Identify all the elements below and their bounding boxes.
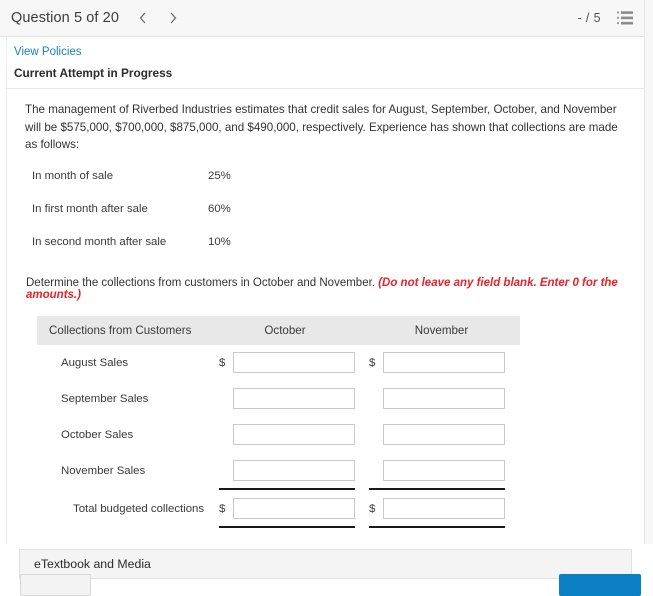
row-label: September Sales <box>61 392 149 405</box>
instruction-line: Determine the collections from customers… <box>26 277 630 301</box>
table-row: In first month after sale 60% <box>32 203 268 236</box>
november-cell: $ <box>369 352 519 374</box>
collections-table-header: Collections from Customers October Novem… <box>37 315 520 345</box>
term-value: 60% <box>208 202 231 215</box>
list-icon[interactable] <box>617 11 633 25</box>
row-label: November Sales <box>61 464 146 477</box>
question-page: Question 5 of 20 - / 5 View Policies Cur… <box>0 0 653 596</box>
chevron-right-icon[interactable] <box>166 10 180 26</box>
rule-november <box>369 487 505 490</box>
total-october-cell: $ <box>219 498 369 520</box>
view-policies-link[interactable]: View Policies <box>14 46 82 58</box>
currency-symbol-placeholder: $ <box>369 465 383 477</box>
currency-symbol-placeholder: $ <box>219 429 233 441</box>
currency-symbol: $ <box>369 356 376 369</box>
primary-submit-button[interactable] <box>559 574 641 596</box>
rule-november <box>369 525 505 528</box>
currency-symbol: $ <box>219 502 226 515</box>
august-october-input[interactable] <box>233 352 355 374</box>
total-october-input[interactable] <box>233 498 355 520</box>
rule-october <box>219 525 355 528</box>
currency-symbol: $ <box>369 502 376 515</box>
november-november-input[interactable] <box>383 460 505 482</box>
collections-table: Collections from Customers October Novem… <box>37 315 520 529</box>
right-scroll-gutter[interactable] <box>644 0 653 544</box>
november-cell: $ <box>369 424 519 446</box>
table-row: In second month after sale 10% <box>32 236 268 269</box>
october-cell: $ <box>219 388 369 410</box>
currency-symbol-placeholder: $ <box>369 393 383 405</box>
secondary-button[interactable] <box>20 574 91 596</box>
table-row: September Sales $ $ <box>37 381 520 417</box>
october-cell: $ <box>219 460 369 482</box>
question-body: The management of Riverbed Industries es… <box>7 101 644 529</box>
column-header-label: Collections from Customers <box>49 323 192 337</box>
toolbar-right-group: - / 5 <box>577 11 633 25</box>
column-header-october: October <box>264 323 306 337</box>
table-row: October Sales $ $ <box>37 417 520 453</box>
instruction-text: Determine the collections from customers… <box>26 276 375 289</box>
october-cell: $ <box>219 352 369 374</box>
header-divider <box>7 88 644 89</box>
column-header-november: November <box>414 323 469 337</box>
november-cell: $ <box>369 388 519 410</box>
question-navigation <box>136 10 180 26</box>
collection-terms-table: In month of sale 25% In first month afte… <box>32 170 268 269</box>
attempt-status: Current Attempt in Progress <box>14 66 173 80</box>
total-november-cell: $ <box>369 498 519 520</box>
row-label: October Sales <box>61 428 134 441</box>
september-november-input[interactable] <box>383 388 505 410</box>
total-row-label: Total budgeted collections <box>73 502 205 515</box>
page-title: Question 5 of 20 <box>11 10 120 26</box>
term-label: In month of sale <box>32 169 114 182</box>
chevron-left-icon[interactable] <box>136 10 150 26</box>
currency-symbol-placeholder: $ <box>369 429 383 441</box>
october-november-input[interactable] <box>383 424 505 446</box>
table-row: August Sales $ $ <box>37 345 520 381</box>
term-label: In first month after sale <box>32 202 148 215</box>
october-cell: $ <box>219 424 369 446</box>
term-label: In second month after sale <box>32 235 167 248</box>
table-row-total: Total budgeted collections $ $ <box>37 491 520 527</box>
october-october-input[interactable] <box>233 424 355 446</box>
question-card: View Policies Current Attempt in Progres… <box>6 37 645 596</box>
november-october-input[interactable] <box>233 460 355 482</box>
rule-october <box>219 487 355 490</box>
currency-symbol-placeholder: $ <box>219 465 233 477</box>
september-october-input[interactable] <box>233 388 355 410</box>
question-prompt: The management of Riverbed Industries es… <box>25 103 618 152</box>
total-rule-bottom <box>37 525 520 529</box>
term-value: 25% <box>208 169 231 182</box>
november-cell: $ <box>369 460 519 482</box>
table-row: In month of sale 25% <box>32 170 268 203</box>
currency-symbol-placeholder: $ <box>219 393 233 405</box>
currency-symbol: $ <box>219 356 226 369</box>
table-row: November Sales $ $ <box>37 453 520 489</box>
term-value: 10% <box>208 235 231 248</box>
score-display: - / 5 <box>577 11 601 25</box>
question-toolbar: Question 5 of 20 - / 5 <box>0 0 645 37</box>
total-november-input[interactable] <box>383 498 505 520</box>
row-label: August Sales <box>61 356 129 369</box>
august-november-input[interactable] <box>383 352 505 374</box>
